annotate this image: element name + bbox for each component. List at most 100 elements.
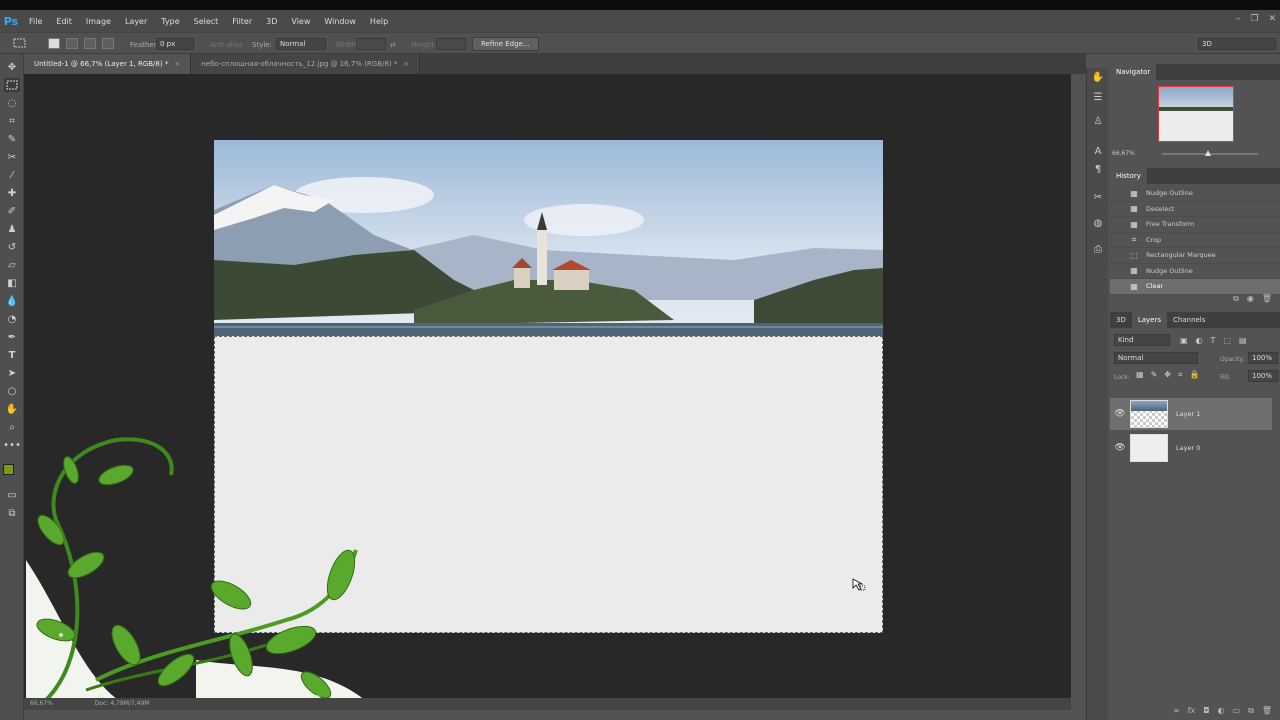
- eraser-tool-icon[interactable]: ▱: [4, 258, 20, 272]
- menu-edit[interactable]: Edit: [49, 17, 79, 26]
- menu-filter[interactable]: Filter: [225, 17, 259, 26]
- menu-window[interactable]: Window: [317, 17, 363, 26]
- lasso-tool-icon[interactable]: ◌: [4, 96, 20, 110]
- adjustment-layer-icon[interactable]: ◐: [1218, 706, 1225, 716]
- screen-mode-icon[interactable]: ⧉: [4, 506, 20, 520]
- delete-state-icon[interactable]: 🗑: [1262, 294, 1272, 304]
- add-mask-icon[interactable]: ◘: [1203, 706, 1209, 716]
- lock-pixels-icon[interactable]: ✎: [1151, 370, 1158, 380]
- tab-history[interactable]: History: [1110, 168, 1147, 184]
- new-selection-button[interactable]: [48, 38, 60, 49]
- path-selection-tool-icon[interactable]: ➤: [4, 366, 20, 380]
- swap-icon[interactable]: ⇄: [390, 41, 396, 49]
- shape-filter-icon[interactable]: ⬚: [1223, 336, 1231, 345]
- dodge-tool-icon[interactable]: ◔: [4, 312, 20, 326]
- ellipse-tool-icon[interactable]: ○: [4, 384, 20, 398]
- delete-layer-icon[interactable]: 🗑: [1262, 706, 1272, 716]
- doc-size[interactable]: Doc: 4,79M/7,49M: [95, 700, 150, 707]
- adjustments-icon[interactable]: ☰: [1090, 92, 1106, 106]
- link-layers-icon[interactable]: ∞: [1173, 706, 1180, 716]
- visibility-eye-icon[interactable]: 👁: [1110, 443, 1130, 453]
- menu-select[interactable]: Select: [187, 17, 226, 26]
- refine-edge-button[interactable]: Refine Edge...: [472, 37, 539, 51]
- history-item[interactable]: ▦ Nudge Outline: [1110, 186, 1280, 202]
- new-group-icon[interactable]: ▭: [1233, 706, 1241, 716]
- layer-row-layer-0[interactable]: 👁 Layer 0: [1110, 432, 1272, 464]
- type-tool-icon[interactable]: T: [4, 348, 20, 362]
- clone-source-icon[interactable]: ♙: [1090, 116, 1106, 130]
- tab-3d[interactable]: 3D: [1110, 312, 1132, 328]
- tool-preset-picker[interactable]: [12, 36, 28, 50]
- tool-presets-icon[interactable]: ✋: [1090, 72, 1106, 86]
- menu-image[interactable]: Image: [79, 17, 118, 26]
- character-panel-icon[interactable]: A: [1090, 146, 1106, 160]
- feather-input[interactable]: 0 px: [156, 38, 194, 50]
- navigator-zoom[interactable]: 66,67%: [1112, 150, 1135, 157]
- intersect-selection-button[interactable]: [102, 38, 114, 49]
- history-item[interactable]: ▦ Free Transform: [1110, 217, 1280, 233]
- gradient-tool-icon[interactable]: ◧: [4, 276, 20, 290]
- eyedropper-tool-icon[interactable]: ⁄: [4, 168, 20, 182]
- slice-tool-icon[interactable]: ✂: [4, 150, 20, 164]
- tab-untitled-1[interactable]: Untitled-1 @ 66,7% (Layer 1, RGB/8) * ×: [24, 54, 192, 74]
- close-button[interactable]: ✕: [1268, 14, 1276, 24]
- history-item[interactable]: ⌗ Crop: [1110, 233, 1280, 248]
- layer-row-layer-1[interactable]: 👁 Layer 1: [1110, 398, 1272, 430]
- brush-presets-icon[interactable]: ◍: [1090, 218, 1106, 232]
- navigator-thumbnail[interactable]: [1158, 86, 1234, 142]
- lock-all-icon[interactable]: 🔒: [1189, 370, 1199, 380]
- info-panel-icon[interactable]: ⎙: [1090, 244, 1106, 258]
- history-item[interactable]: ⬚ Rectangular Marquee: [1110, 248, 1280, 264]
- snapshot-camera-icon[interactable]: ◉: [1247, 294, 1254, 304]
- tab-layers[interactable]: Layers: [1131, 312, 1168, 328]
- magic-wand-tool-icon[interactable]: ✎: [4, 132, 20, 146]
- tab-sky-image[interactable]: небо-сплошная-облачность_12.jpg @ 16,7% …: [191, 54, 421, 74]
- move-tool-icon[interactable]: ✥: [4, 60, 20, 74]
- pen-tool-icon[interactable]: ✒: [4, 330, 20, 344]
- menu-3d[interactable]: 3D: [259, 17, 284, 26]
- foreground-color-swatch[interactable]: [3, 464, 14, 475]
- subtract-selection-button[interactable]: [84, 38, 96, 49]
- history-item[interactable]: ▦ Nudge Outline: [1110, 264, 1280, 279]
- lock-position-icon[interactable]: ✥: [1164, 370, 1171, 380]
- smart-object-filter-icon[interactable]: ▤: [1239, 336, 1247, 345]
- zoom-level[interactable]: 66,67%: [30, 700, 53, 707]
- brush-tool-icon[interactable]: ✐: [4, 204, 20, 218]
- history-item[interactable]: ▦ Deselect: [1110, 202, 1280, 217]
- lock-transparency-icon[interactable]: ▦: [1136, 370, 1144, 380]
- navigator-slider-handle[interactable]: [1205, 150, 1211, 156]
- layer-style-icon[interactable]: fx: [1188, 706, 1196, 716]
- hand-tool-icon[interactable]: ✋: [4, 402, 20, 416]
- close-tab-icon[interactable]: ×: [403, 60, 409, 68]
- style-select[interactable]: Normal: [276, 38, 326, 50]
- blur-tool-icon[interactable]: 💧: [4, 294, 20, 308]
- menu-file[interactable]: File: [22, 17, 49, 26]
- filter-kind-select[interactable]: Kind: [1114, 334, 1170, 346]
- paragraph-panel-icon[interactable]: ¶: [1090, 164, 1106, 178]
- minimize-button[interactable]: –: [1236, 14, 1241, 24]
- history-item-current[interactable]: ▦ Clear: [1110, 279, 1280, 295]
- more-tools-icon[interactable]: •••: [3, 438, 21, 452]
- height-input[interactable]: [436, 38, 466, 50]
- healing-brush-tool-icon[interactable]: ✚: [4, 186, 20, 200]
- width-input[interactable]: [356, 38, 386, 50]
- history-brush-tool-icon[interactable]: ↺: [4, 240, 20, 254]
- visibility-eye-icon[interactable]: 👁: [1110, 409, 1130, 419]
- close-tab-icon[interactable]: ×: [174, 60, 180, 68]
- new-layer-icon[interactable]: ⧉: [1248, 706, 1254, 716]
- antialias-checkbox[interactable]: Anti-alias: [210, 41, 243, 49]
- workspace-switcher[interactable]: 3D: [1198, 38, 1276, 50]
- zoom-tool-icon[interactable]: ⌕: [4, 420, 20, 434]
- type-filter-icon[interactable]: T: [1211, 336, 1216, 345]
- add-selection-button[interactable]: [66, 38, 78, 49]
- new-document-from-state-icon[interactable]: ⧉: [1233, 294, 1239, 304]
- opacity-input[interactable]: 100%: [1248, 352, 1278, 364]
- menu-layer[interactable]: Layer: [118, 17, 154, 26]
- tab-channels[interactable]: Channels: [1167, 312, 1211, 328]
- menu-type[interactable]: Type: [154, 17, 186, 26]
- blend-mode-select[interactable]: Normal: [1114, 352, 1198, 364]
- crop-tool-icon[interactable]: ⌗: [4, 114, 20, 128]
- rectangular-marquee-tool-icon[interactable]: [4, 78, 20, 92]
- restore-button[interactable]: ❐: [1250, 14, 1258, 24]
- adjustment-filter-icon[interactable]: ◐: [1196, 336, 1203, 345]
